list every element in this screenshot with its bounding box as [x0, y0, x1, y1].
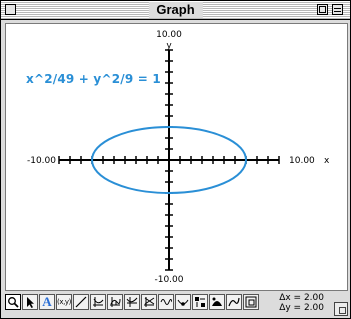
scale-tool[interactable]	[192, 294, 208, 310]
wave-tool[interactable]	[158, 294, 174, 310]
delta-readout: Δx = 2.00 Δy = 2.00	[279, 293, 324, 313]
toolbar: A (x,y) Δx = 2.00 Δy = 2.00	[1, 292, 350, 318]
text-tool[interactable]: A	[39, 294, 55, 310]
x-min-label: -10.00	[27, 156, 56, 166]
point-xy-icon: (x,y)	[57, 298, 71, 306]
tangent-icon	[177, 299, 189, 306]
x-axis-name: x	[324, 156, 330, 166]
title-bar[interactable]: Graph	[1, 1, 350, 20]
frame-tool[interactable]	[243, 294, 259, 310]
derivative-icon	[93, 297, 104, 307]
curve-icon	[228, 297, 240, 307]
arrow-cursor-icon	[27, 297, 34, 308]
graph-canvas: 10.00 y -10.00 -10.00 10.00 x	[27, 30, 330, 285]
integral-tool[interactable]	[107, 294, 123, 310]
resize-box[interactable]	[334, 302, 348, 316]
x-max-label: 10.00	[289, 156, 315, 166]
point-tool[interactable]: (x,y)	[56, 294, 72, 310]
curve-tool[interactable]	[226, 294, 242, 310]
zoom-tool[interactable]	[5, 294, 21, 310]
magnifier-icon	[8, 297, 19, 308]
y-max-label: 10.00	[156, 30, 182, 40]
zoom-box[interactable]	[317, 4, 328, 15]
intersect-tool[interactable]	[141, 294, 157, 310]
line-tool[interactable]	[73, 294, 89, 310]
intersect-icon	[144, 297, 155, 307]
shade-tool[interactable]	[209, 294, 225, 310]
close-box[interactable]	[5, 4, 16, 15]
line-icon	[75, 296, 87, 308]
collapse-box[interactable]	[332, 4, 343, 15]
letter-a-icon: A	[42, 294, 52, 309]
delta-y-value: Δy = 2.00	[279, 303, 324, 313]
integral-icon	[110, 297, 121, 307]
y-min-label: -10.00	[154, 275, 183, 285]
equation-label[interactable]: x^2/49 + y^2/9 = 1	[26, 72, 161, 86]
delta-x-value: Δx = 2.00	[279, 293, 324, 303]
shade-icon	[212, 297, 222, 306]
y-axis-name: y	[166, 41, 172, 51]
trace-icon	[126, 297, 138, 307]
wave-icon	[160, 299, 172, 305]
window-title: Graph	[148, 2, 203, 18]
select-tool[interactable]	[22, 294, 38, 310]
graph-area[interactable]: 10.00 y -10.00 -10.00 10.00 x x^2/49 + y…	[5, 23, 348, 291]
scale-icon	[195, 297, 205, 307]
derivative-tool[interactable]	[90, 294, 106, 310]
trace-tool[interactable]	[124, 294, 140, 310]
graph-window: Graph 10.00 y -10.00 -10.00 10.00 x x^2/…	[0, 0, 351, 319]
frame-icon	[245, 296, 257, 308]
tangent-tool[interactable]	[175, 294, 191, 310]
